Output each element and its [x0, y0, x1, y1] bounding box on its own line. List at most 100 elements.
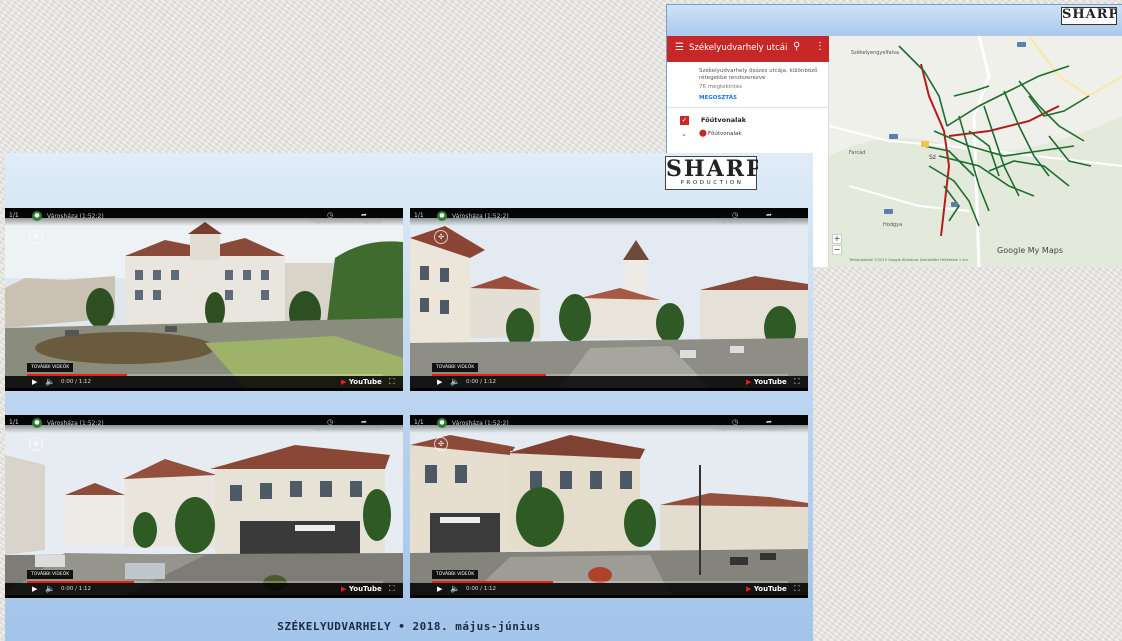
- map-window-banner: SHARP: [667, 5, 1122, 36]
- play-icon[interactable]: ▶: [437, 378, 442, 386]
- video-player-3[interactable]: 1/1 ● Városháza (1:52:2) ◷ ➦ Megtekintés…: [5, 415, 403, 598]
- sharp-logo-small: SHARP: [1061, 7, 1117, 25]
- youtube-label: YouTube: [753, 585, 787, 593]
- map-description: Székelyudvarhely összes utcája, különböz…: [699, 68, 818, 81]
- video-title[interactable]: Városháza (1:52:2): [452, 420, 509, 427]
- zoom-out-icon[interactable]: −: [832, 245, 842, 255]
- compass-icon[interactable]: ✣: [434, 437, 448, 451]
- video-time: 0:00 / 1:12: [61, 586, 92, 592]
- maps-header: ☰ Székelyudvarhely utcái ⚲ ⋮: [667, 36, 829, 62]
- video-counter: 1/1: [9, 419, 19, 426]
- fullscreen-icon[interactable]: ⛶: [389, 584, 395, 594]
- play-icon[interactable]: ▶: [32, 585, 37, 593]
- logo-subtitle: PRODUCTION: [680, 180, 744, 186]
- player-controls: ▶ 🔈 0:00 / 1:12 ▶ YouTube ⛶: [5, 583, 403, 598]
- player-top-bar: 1/1 ● Városháza (1:52:2) ◷ ➦ Megtekintés…: [410, 208, 808, 226]
- video-player-4[interactable]: 1/1 ● Városháza (1:52:2) ◷ ➦ Megtekintés…: [410, 415, 808, 598]
- play-icon[interactable]: ▶: [437, 585, 442, 593]
- compass-icon[interactable]: ✣: [29, 230, 43, 244]
- more-videos-badge[interactable]: TOVÁBBI VIDEÓK: [432, 570, 479, 579]
- map-footer: Térképadatok ©2019 Google Általános Szer…: [849, 258, 968, 262]
- map-view-count: 76 megtekintés: [699, 84, 743, 90]
- compass-icon[interactable]: ✣: [434, 230, 448, 244]
- youtube-play-icon: ▶: [341, 585, 349, 593]
- more-videos-badge[interactable]: TOVÁBBI VIDEÓK: [432, 363, 479, 372]
- map-roads: [829, 36, 1122, 267]
- layer-title[interactable]: Főútvonalak: [701, 116, 746, 124]
- volume-icon[interactable]: 🔈: [45, 377, 55, 386]
- top-actions-label: Megtekintés később Megosztás: [311, 220, 382, 225]
- youtube-label: YouTube: [753, 378, 787, 386]
- player-top-bar: 1/1 ● Városháza (1:52:2) ◷ ➦ Megtekintés…: [5, 208, 403, 226]
- video-counter: 1/1: [414, 212, 424, 219]
- compass-icon[interactable]: ✣: [29, 437, 43, 451]
- fullscreen-icon[interactable]: ⛶: [794, 377, 800, 387]
- top-actions-label: Megtekintés később Megosztás: [311, 427, 382, 432]
- share-icon[interactable]: ➦: [766, 418, 772, 426]
- youtube-label: YouTube: [348, 378, 382, 386]
- fullscreen-icon[interactable]: ⛶: [794, 584, 800, 594]
- place-label: Székelyengyelfalva: [851, 50, 900, 56]
- video-player-2[interactable]: 1/1 ● Városháza (1:52:2) ◷ ➦ Megtekintés…: [410, 208, 808, 391]
- player-controls: ▶ 🔈 0:00 / 1:12 ▶ YouTube ⛶: [410, 583, 808, 598]
- watch-later-icon[interactable]: ◷: [732, 418, 738, 426]
- video-time: 0:00 / 1:12: [61, 379, 92, 385]
- zoom-in-icon[interactable]: +: [832, 234, 842, 244]
- share-icon[interactable]: ➦: [361, 211, 367, 219]
- menu-icon[interactable]: ☰: [675, 42, 684, 53]
- place-label: Sz: [929, 154, 936, 161]
- video-title[interactable]: Városháza (1:52:2): [47, 420, 104, 427]
- youtube-logo[interactable]: ▶ YouTube: [746, 585, 787, 593]
- video-title[interactable]: Városháza (1:52:2): [47, 213, 104, 220]
- channel-avatar[interactable]: ●: [437, 211, 447, 221]
- pin-icon: ⬤: [699, 129, 707, 137]
- volume-icon[interactable]: 🔈: [450, 584, 460, 593]
- slide-caption: SZÉKELYUDVARHELY • 2018. május-június: [277, 620, 541, 633]
- play-icon[interactable]: ▶: [32, 378, 37, 386]
- player-top-bar: 1/1 ● Városháza (1:52:2) ◷ ➦ Megtekintés…: [5, 415, 403, 433]
- video-title[interactable]: Városháza (1:52:2): [452, 213, 509, 220]
- player-top-bar: 1/1 ● Városháza (1:52:2) ◷ ➦ Megtekintés…: [410, 415, 808, 433]
- divider: [667, 107, 829, 108]
- place-label: Hodgya: [883, 222, 903, 228]
- more-videos-badge[interactable]: TOVÁBBI VIDEÓK: [27, 570, 74, 579]
- more-videos-badge[interactable]: TOVÁBBI VIDEÓK: [27, 363, 74, 372]
- youtube-play-icon: ▶: [746, 378, 754, 386]
- video-window: SHARP PRODUCTION 1/1 ● Városháza (1:52:2…: [5, 153, 813, 641]
- video-time: 0:00 / 1:12: [466, 586, 497, 592]
- logo-word: SHARP: [666, 157, 758, 178]
- layer-item[interactable]: Főútvonalak: [708, 131, 742, 137]
- more-vert-icon[interactable]: ⋮: [815, 41, 825, 52]
- video-counter: 1/1: [414, 419, 424, 426]
- channel-avatar[interactable]: ●: [437, 418, 447, 428]
- google-my-maps-logo: Google My Maps: [997, 246, 1063, 255]
- fullscreen-icon[interactable]: ⛶: [389, 377, 395, 387]
- player-controls: ▶ 🔈 0:00 / 1:12 ▶ YouTube ⛶: [410, 376, 808, 391]
- player-controls: ▶ 🔈 0:00 / 1:12 ▶ YouTube ⛶: [5, 376, 403, 391]
- watch-later-icon[interactable]: ◷: [732, 211, 738, 219]
- youtube-logo[interactable]: ▶ YouTube: [341, 585, 382, 593]
- share-link[interactable]: MEGOSZTÁS: [699, 95, 737, 101]
- youtube-play-icon: ▶: [746, 585, 754, 593]
- sharp-production-logo: SHARP PRODUCTION: [665, 156, 758, 190]
- youtube-play-icon: ▶: [341, 378, 349, 386]
- top-actions-label: Megtekintés később Megosztás: [716, 427, 787, 432]
- video-time: 0:00 / 1:12: [466, 379, 497, 385]
- video-counter: 1/1: [9, 212, 19, 219]
- channel-avatar[interactable]: ●: [32, 211, 42, 221]
- volume-icon[interactable]: 🔈: [45, 584, 55, 593]
- chevron-down-icon[interactable]: ⌄: [681, 130, 687, 138]
- search-icon[interactable]: ⚲: [793, 41, 800, 52]
- share-icon[interactable]: ➦: [361, 418, 367, 426]
- volume-icon[interactable]: 🔈: [450, 377, 460, 386]
- video-player-1[interactable]: 1/1 ● Városháza (1:52:2) ◷ ➦ Megtekintés…: [5, 208, 403, 391]
- share-icon[interactable]: ➦: [766, 211, 772, 219]
- map-title: Székelyudvarhely utcái: [689, 43, 788, 53]
- watch-later-icon[interactable]: ◷: [327, 418, 333, 426]
- watch-later-icon[interactable]: ◷: [327, 211, 333, 219]
- check-icon[interactable]: ✓: [680, 116, 689, 125]
- map-canvas[interactable]: Székelyengyelfalva Farcád Hodgya Sz + − …: [829, 36, 1122, 267]
- youtube-logo[interactable]: ▶ YouTube: [341, 378, 382, 386]
- youtube-logo[interactable]: ▶ YouTube: [746, 378, 787, 386]
- channel-avatar[interactable]: ●: [32, 418, 42, 428]
